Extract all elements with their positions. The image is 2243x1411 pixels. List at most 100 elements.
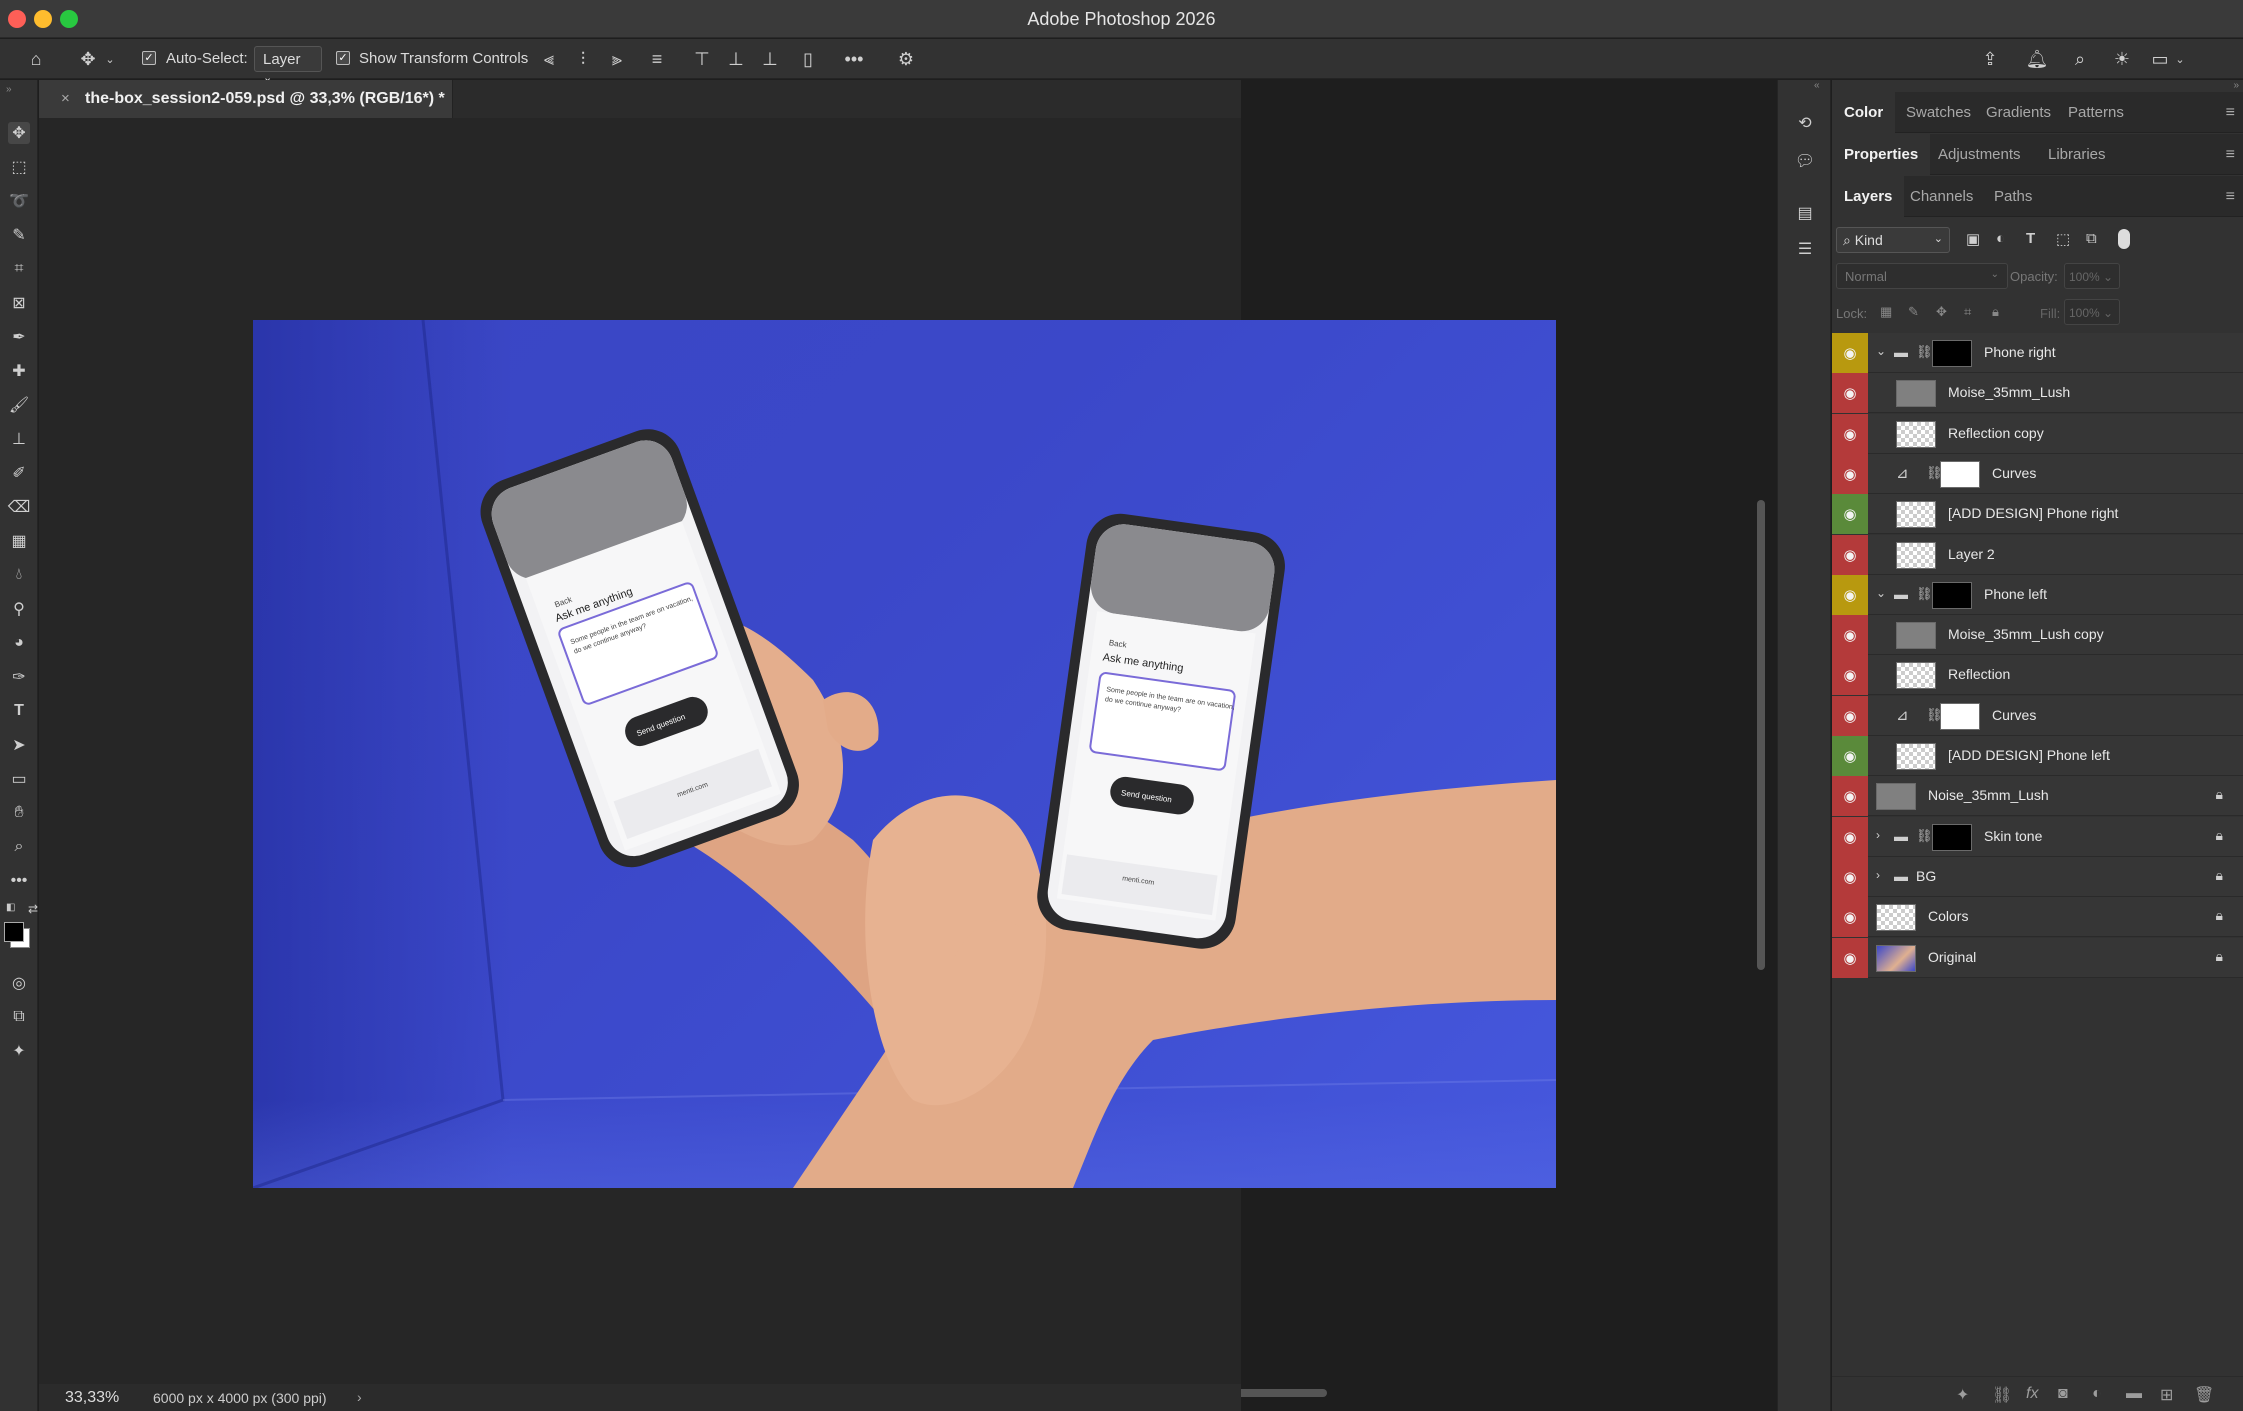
layer-name[interactable]: Original [1928, 949, 1976, 965]
visibility-eye-icon[interactable]: ◉ [1832, 615, 1868, 656]
layer-name[interactable]: Layer 2 [1948, 546, 1995, 562]
visibility-eye-icon[interactable]: ◉ [1832, 695, 1868, 736]
new-adjustment-icon[interactable]: ◐ [2092, 1385, 2102, 1403]
clone-stamp-tool-icon[interactable]: ⊥ [8, 428, 30, 450]
auto-select-checkbox[interactable]: ✓ [142, 51, 156, 65]
layer-row[interactable]: ◉ Moise_35mm_Lush [1832, 373, 2243, 414]
edit-toolbar-icon[interactable]: ••• [8, 870, 30, 892]
trash-icon[interactable]: 🗑︎ [2194, 1385, 2214, 1405]
opacity-field[interactable]: 100% ⌄ [2064, 263, 2120, 289]
bell-icon[interactable]: 🔔︎ [2025, 47, 2049, 71]
tab-swatches[interactable]: Swatches [1894, 92, 1983, 133]
visibility-eye-icon[interactable]: ◉ [1832, 776, 1868, 817]
layer-name[interactable]: Skin tone [1984, 828, 2042, 844]
lightbulb-icon[interactable]: ☀ [2110, 47, 2134, 71]
layer-row[interactable]: ◉ › ▬ ⛓ Skin tone 🔒︎ [1832, 816, 2243, 857]
filter-toggle[interactable] [2118, 229, 2130, 249]
visibility-eye-icon[interactable]: ◉ [1832, 816, 1868, 857]
quick-selection-tool-icon[interactable]: ✎ [8, 224, 30, 246]
layer-name[interactable]: Reflection [1948, 666, 2010, 682]
lock-artboard-icon[interactable]: ⌗ [1964, 304, 1971, 320]
move-tool-icon[interactable]: ✥ [8, 122, 30, 144]
swap-colors-icon[interactable]: ⇄ [28, 902, 38, 916]
layer-name[interactable]: Reflection copy [1948, 425, 2044, 441]
layer-thumbnail[interactable] [1940, 460, 1980, 488]
layer-row[interactable]: ◉ Colors 🔒︎ [1832, 897, 2243, 938]
healing-brush-tool-icon[interactable]: ✚ [8, 360, 30, 382]
visibility-eye-icon[interactable]: ◉ [1832, 333, 1868, 373]
pen-tool-icon[interactable]: ✑ [8, 666, 30, 688]
visibility-eye-icon[interactable]: ◉ [1832, 736, 1868, 776]
tab-libraries[interactable]: Libraries [2036, 134, 2118, 175]
history-brush-tool-icon[interactable]: ✐ [8, 462, 30, 484]
chevron-down-icon[interactable]: ⌄ [2174, 47, 2186, 71]
distribute-vertical-icon[interactable]: ▯ [796, 47, 820, 71]
notes-icon[interactable]: ☰ [1794, 238, 1816, 260]
visibility-eye-icon[interactable]: ◉ [1832, 453, 1868, 494]
link-layers-icon[interactable]: ⛓ [1992, 1385, 2012, 1405]
layer-mask-thumbnail[interactable] [1932, 823, 1972, 851]
layer-thumbnail[interactable] [1896, 622, 1936, 650]
properties-icon[interactable]: ▤ [1794, 202, 1816, 224]
history-icon[interactable]: ⟲ [1794, 112, 1816, 134]
align-left-icon[interactable]: ⫷ [537, 47, 561, 71]
mask-link-icon[interactable]: ⛓ [1916, 586, 1933, 602]
sponge-tool-icon[interactable]: ◕ [8, 632, 30, 654]
auto-select-dropdown[interactable]: Layer ⌄ [254, 46, 322, 84]
layer-thumbnail[interactable] [1876, 783, 1916, 811]
layer-row[interactable]: ◉ Reflection [1832, 655, 2243, 696]
lasso-tool-icon[interactable]: ➰ [8, 190, 30, 212]
move-tool-preset-icon[interactable]: ✥ [76, 47, 100, 71]
rectangle-tool-icon[interactable]: ▭ [8, 768, 30, 790]
visibility-eye-icon[interactable]: ◉ [1832, 937, 1868, 978]
chevron-down-icon[interactable]: ⌄ [1876, 586, 1886, 600]
filter-type-icon[interactable]: T [2026, 230, 2035, 247]
visibility-eye-icon[interactable]: ◉ [1832, 373, 1868, 414]
layer-style-icon[interactable]: fx [2026, 1385, 2038, 1403]
layer-row[interactable]: ◉ Moise_35mm_Lush copy [1832, 615, 2243, 656]
layer-row[interactable]: ◉ ⌄ ▬ ⛓ Phone right [1832, 333, 2243, 373]
lock-position-icon[interactable]: ✥ [1936, 304, 1947, 320]
layer-name[interactable]: Noise_35mm_Lush [1928, 787, 2049, 803]
chevron-right-icon[interactable]: › [1876, 828, 1880, 842]
tab-properties[interactable]: Properties [1832, 134, 1931, 175]
new-group-icon[interactable]: ▬ [2126, 1385, 2142, 1403]
visibility-eye-icon[interactable]: ◉ [1832, 494, 1868, 535]
align-middle-icon[interactable]: ⊥ [724, 47, 748, 71]
layer-name[interactable]: [ADD DESIGN] Phone left [1948, 747, 2110, 763]
eraser-tool-icon[interactable]: ⌫ [8, 496, 31, 518]
path-selection-tool-icon[interactable]: ➤ [8, 734, 30, 756]
document-canvas[interactable]: Back Ask me anything Some people in the … [253, 320, 1556, 1188]
visibility-eye-icon[interactable]: ◉ [1832, 897, 1868, 938]
new-layer-icon[interactable]: ⊞ [2160, 1385, 2173, 1405]
filter-smart-object-icon[interactable]: ⧉ [2086, 230, 2097, 247]
generative-layer-icon[interactable]: ✦ [1956, 1385, 1969, 1405]
layer-row[interactable]: ◉ [ADD DESIGN] Phone right [1832, 494, 2243, 535]
filter-pixel-icon[interactable]: ▣ [1966, 230, 1980, 248]
filter-adjustment-icon[interactable]: ◐ [1996, 230, 2005, 247]
eyedropper-tool-icon[interactable]: ✒ [8, 326, 30, 348]
layer-thumbnail[interactable] [1896, 501, 1936, 529]
filter-shape-icon[interactable]: ⬚ [2056, 230, 2070, 248]
document-tab[interactable]: × the-box_session2-059.psd @ 33,3% (RGB/… [39, 80, 453, 118]
zoom-level[interactable]: 33,33% [65, 1389, 119, 1407]
close-tab-icon[interactable]: × [61, 90, 70, 107]
align-center-icon[interactable]: ⫶ [571, 47, 595, 71]
distribute-icon[interactable]: ≡ [645, 47, 669, 71]
layer-name[interactable]: Phone left [1984, 586, 2047, 602]
expand-panels-icon[interactable]: » [2233, 80, 2239, 91]
brush-tool-icon[interactable]: 🖌︎ [8, 394, 30, 416]
share-icon[interactable]: ⇪ [1978, 47, 2002, 71]
more-options-icon[interactable]: ••• [842, 47, 866, 71]
lock-transparent-icon[interactable]: ▦ [1880, 304, 1892, 320]
home-icon[interactable]: ⌂ [24, 47, 48, 71]
gradient-tool-icon[interactable]: ▦ [8, 530, 30, 552]
layer-mask-thumbnail[interactable] [1932, 340, 1972, 367]
show-transform-checkbox[interactable]: ✓ [336, 51, 350, 65]
layer-thumbnail[interactable] [1876, 944, 1916, 972]
layer-thumbnail[interactable] [1896, 662, 1936, 690]
screen-mode-icon[interactable]: ⧉ [8, 1006, 30, 1028]
chevron-down-icon[interactable]: ⌄ [1876, 344, 1886, 358]
gear-icon[interactable]: ⚙ [894, 47, 918, 71]
foreground-color-swatch[interactable] [4, 922, 24, 942]
